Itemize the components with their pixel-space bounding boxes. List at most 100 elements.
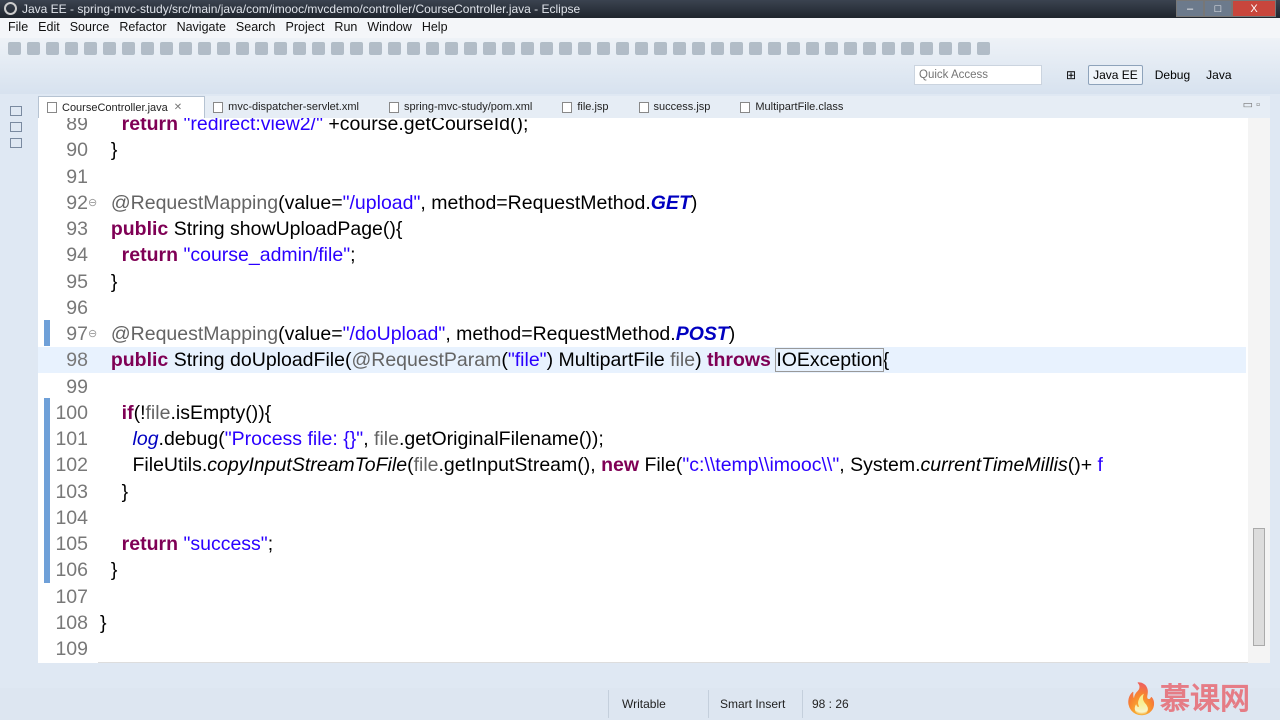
toolbar-button-icon[interactable] xyxy=(920,42,933,55)
toolbar-button-icon[interactable] xyxy=(464,42,477,55)
minimize-button[interactable]: – xyxy=(1176,0,1204,17)
toolbar-button-icon[interactable] xyxy=(958,42,971,55)
code-line: 107 xyxy=(38,584,1246,610)
toolbar-button-icon[interactable] xyxy=(236,42,249,55)
toolbar-button-icon[interactable] xyxy=(84,42,97,55)
tab-mvc-dispatcher-servlet-xml[interactable]: mvc-dispatcher-servlet.xml xyxy=(205,96,381,118)
fold-icon[interactable]: ⊖ xyxy=(88,321,97,347)
toolbar-button-icon[interactable] xyxy=(711,42,724,55)
menu-edit[interactable]: Edit xyxy=(34,18,66,38)
line-number: 94 xyxy=(66,244,88,267)
code-line: 94 return "course_admin/file"; xyxy=(38,242,1246,268)
toolbar-button-icon[interactable] xyxy=(654,42,667,55)
toolbar-button-icon[interactable] xyxy=(559,42,572,55)
toolbar-button-icon[interactable] xyxy=(293,42,306,55)
toolbar-button-icon[interactable] xyxy=(939,42,952,55)
toolbar-button-icon[interactable] xyxy=(274,42,287,55)
toolbar-button-icon[interactable] xyxy=(27,42,40,55)
toolbar-button-icon[interactable] xyxy=(160,42,173,55)
toolbar-button-icon[interactable] xyxy=(730,42,743,55)
toolbar-button-icon[interactable] xyxy=(8,42,21,55)
menu-help[interactable]: Help xyxy=(418,18,454,38)
quick-access-input[interactable] xyxy=(914,65,1042,85)
toolbar-button-icon[interactable] xyxy=(426,42,439,55)
maximize-button[interactable]: □ xyxy=(1204,0,1232,17)
toolbar-button-icon[interactable] xyxy=(768,42,781,55)
close-tab-icon[interactable]: ✕ xyxy=(174,102,182,113)
menu-file[interactable]: File xyxy=(4,18,34,38)
horizontal-scrollbar[interactable] xyxy=(98,662,1248,663)
close-button[interactable]: X xyxy=(1232,0,1276,17)
outline-icon[interactable] xyxy=(10,138,22,148)
menu-project[interactable]: Project xyxy=(282,18,331,38)
status-cursor-position: 98 : 26 xyxy=(812,697,849,711)
toolbar-button-icon[interactable] xyxy=(141,42,154,55)
toolbar-button-icon[interactable] xyxy=(407,42,420,55)
code-text: return "redirect:view2/" +course.getCour… xyxy=(100,118,529,137)
package-explorer-icon[interactable] xyxy=(10,122,22,132)
toolbar-button-icon[interactable] xyxy=(255,42,268,55)
menu-navigate[interactable]: Navigate xyxy=(173,18,232,38)
toolbar-button-icon[interactable] xyxy=(882,42,895,55)
menu-run[interactable]: Run xyxy=(330,18,363,38)
line-number: 108 xyxy=(55,611,88,634)
toolbar-button-icon[interactable] xyxy=(122,42,135,55)
tab-coursecontroller-java[interactable]: CourseController.java ✕ xyxy=(38,96,206,118)
code-text: } xyxy=(100,269,118,295)
toolbar-button-icon[interactable] xyxy=(331,42,344,55)
toolbar-button-icon[interactable] xyxy=(749,42,762,55)
toolbar-button-icon[interactable] xyxy=(825,42,838,55)
code-line: 92 ⊖ @RequestMapping(value="/upload", met… xyxy=(38,190,1246,216)
toolbar-button-icon[interactable] xyxy=(388,42,401,55)
code-token: currentTimeMillis xyxy=(920,454,1068,477)
tab-spring-mvc-study-pom-xml[interactable]: spring-mvc-study/pom.xml xyxy=(381,96,554,118)
toolbar-button-icon[interactable] xyxy=(217,42,230,55)
toolbar-button-icon[interactable] xyxy=(806,42,819,55)
toolbar-button-icon[interactable] xyxy=(521,42,534,55)
toolbar-button-icon[interactable] xyxy=(673,42,686,55)
menu-source[interactable]: Source xyxy=(66,18,116,38)
toolbar-button-icon[interactable] xyxy=(350,42,363,55)
toolbar-button-icon[interactable] xyxy=(103,42,116,55)
toolbar-button-icon[interactable] xyxy=(312,42,325,55)
perspective-java-ee[interactable]: Java EE xyxy=(1088,65,1143,85)
toolbar-button-icon[interactable] xyxy=(863,42,876,55)
fold-icon[interactable]: ⊖ xyxy=(88,190,97,216)
toolbar-button-icon[interactable] xyxy=(597,42,610,55)
toolbar-button-icon[interactable] xyxy=(65,42,78,55)
code-editor[interactable]: 89 return "redirect:view2/" +course.getC… xyxy=(38,118,1270,663)
status-writable: Writable xyxy=(622,697,666,711)
toolbar-button-icon[interactable] xyxy=(502,42,515,55)
toolbar-button-icon[interactable] xyxy=(977,42,990,55)
toolbar-button-icon[interactable] xyxy=(787,42,800,55)
toolbar-button-icon[interactable] xyxy=(46,42,59,55)
menu-window[interactable]: Window xyxy=(363,18,417,38)
toolbar-button-icon[interactable] xyxy=(901,42,914,55)
toolbar-button-icon[interactable] xyxy=(483,42,496,55)
code-token: throws xyxy=(706,349,777,372)
toolbar-button-icon[interactable] xyxy=(635,42,648,55)
toolbar-button-icon[interactable] xyxy=(692,42,705,55)
minimize-maximize-icon[interactable]: ▭ ▫ xyxy=(1243,98,1260,111)
menu-refactor[interactable]: Refactor xyxy=(115,18,172,38)
restore-icon[interactable] xyxy=(10,106,22,116)
toolbar-button-icon[interactable] xyxy=(445,42,458,55)
toolbar-button-icon[interactable] xyxy=(198,42,211,55)
vertical-scrollbar[interactable] xyxy=(1248,118,1270,663)
toolbar-button-icon[interactable] xyxy=(616,42,629,55)
toolbar-button-icon[interactable] xyxy=(578,42,591,55)
tab-success-jsp[interactable]: success.jsp xyxy=(631,96,733,118)
open-perspective-icon[interactable]: ⊞ xyxy=(1062,66,1080,84)
toolbar-button-icon[interactable] xyxy=(844,42,857,55)
perspective-java[interactable]: Java xyxy=(1202,66,1235,84)
toolbar-button-icon[interactable] xyxy=(369,42,382,55)
toolbar-button-icon[interactable] xyxy=(540,42,553,55)
code-token: file xyxy=(145,401,171,424)
tab-multipartfile-class[interactable]: MultipartFile.class xyxy=(732,96,865,118)
menu-search[interactable]: Search xyxy=(232,18,282,38)
toolbar-button-icon[interactable] xyxy=(179,42,192,55)
file-icon xyxy=(638,101,649,113)
perspective-debug[interactable]: Debug xyxy=(1151,66,1194,84)
tab-file-jsp[interactable]: file.jsp xyxy=(554,96,630,118)
